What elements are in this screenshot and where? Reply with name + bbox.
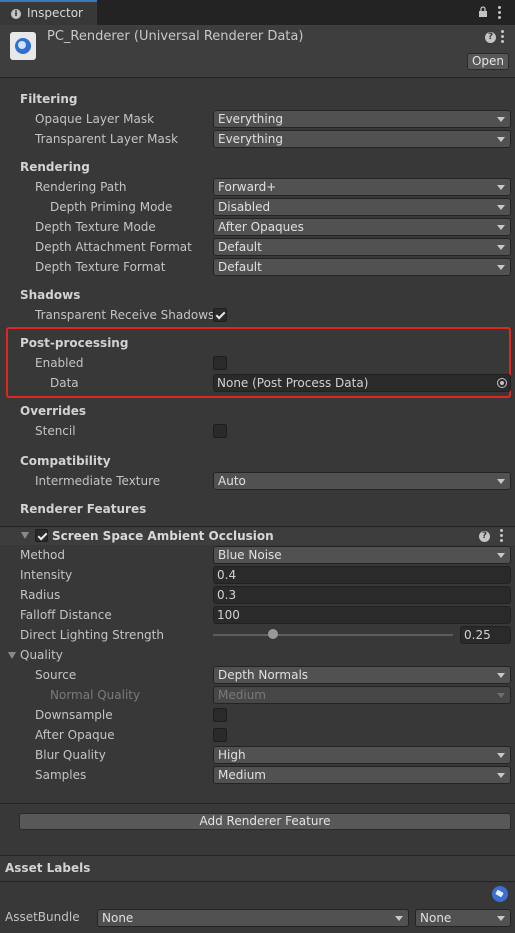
features-end-divider xyxy=(0,803,515,804)
depth-texture-format-label: Depth Texture Format xyxy=(35,260,166,274)
shadows-header: Shadows xyxy=(20,288,81,302)
opaque-layer-mask-dropdown[interactable]: Everything xyxy=(213,110,511,128)
chevron-down-icon xyxy=(497,225,505,230)
falloff-distance-field[interactable]: 100 xyxy=(213,606,511,624)
normal-quality-dropdown: Medium xyxy=(213,686,511,704)
renderer-features-header: Renderer Features xyxy=(20,502,147,516)
chevron-down-icon xyxy=(497,693,505,698)
chevron-down-icon xyxy=(497,137,505,142)
method-dropdown[interactable]: Blue Noise xyxy=(213,546,511,564)
radius-label: Radius xyxy=(20,588,61,602)
quality-foldout-arrow-icon[interactable] xyxy=(8,652,16,659)
assetbundle-variant-dropdown[interactable]: None xyxy=(415,909,511,927)
opaque-layer-mask-label: Opaque Layer Mask xyxy=(35,112,155,126)
overrides-header: Overrides xyxy=(20,404,86,418)
asset-labels-bottom-divider xyxy=(0,881,515,882)
help-icon[interactable]: ? xyxy=(485,32,496,43)
intermediate-texture-label: Intermediate Texture xyxy=(35,474,161,488)
transparent-receive-shadows-checkbox[interactable] xyxy=(213,308,227,322)
asset-title: PC_Renderer (Universal Renderer Data) xyxy=(47,29,304,44)
ssao-enabled-checkbox[interactable] xyxy=(35,529,48,542)
assetbundle-dropdown[interactable]: None xyxy=(97,909,409,927)
chevron-down-icon xyxy=(497,479,505,484)
stencil-label: Stencil xyxy=(35,424,76,438)
quality-label[interactable]: Quality xyxy=(20,645,63,665)
rendering-path-label: Rendering Path xyxy=(35,180,127,194)
method-label: Method xyxy=(20,548,66,562)
downsample-checkbox[interactable] xyxy=(213,708,227,722)
filtering-header: Filtering xyxy=(20,92,78,106)
normal-quality-label: Normal Quality xyxy=(50,688,141,702)
asset-kebab-menu-icon[interactable] xyxy=(501,30,504,45)
chevron-down-icon xyxy=(497,205,505,210)
after-opaque-label: After Opaque xyxy=(35,728,115,742)
object-picker-icon[interactable] xyxy=(497,378,507,388)
direct-lighting-strength-field[interactable]: 0.25 xyxy=(460,626,511,644)
depth-attachment-format-label: Depth Attachment Format xyxy=(35,240,192,254)
tab-kebab-menu-icon[interactable] xyxy=(498,6,501,21)
intermediate-texture-dropdown[interactable]: Auto xyxy=(213,472,511,490)
depth-texture-mode-label: Depth Texture Mode xyxy=(35,220,156,234)
falloff-distance-label: Falloff Distance xyxy=(20,608,112,622)
chevron-down-icon xyxy=(497,773,505,778)
intensity-label: Intensity xyxy=(20,568,73,582)
chevron-down-icon xyxy=(497,117,505,122)
samples-label: Samples xyxy=(35,768,87,782)
chevron-down-icon xyxy=(395,916,403,921)
post-processing-enabled-label: Enabled xyxy=(35,356,84,370)
depth-texture-format-dropdown[interactable]: Default xyxy=(213,258,511,276)
chevron-down-icon xyxy=(497,245,505,250)
source-label: Source xyxy=(35,668,77,682)
downsample-label: Downsample xyxy=(35,708,113,722)
blur-quality-label: Blur Quality xyxy=(35,748,106,762)
direct-lighting-strength-label: Direct Lighting Strength xyxy=(20,628,164,642)
ssao-help-icon[interactable]: ? xyxy=(479,531,490,542)
chevron-down-icon xyxy=(497,753,505,758)
post-processing-enabled-checkbox[interactable] xyxy=(213,356,227,370)
asset-file-icon xyxy=(10,32,36,60)
foldout-arrow-icon[interactable] xyxy=(21,532,29,539)
rendering-path-dropdown[interactable]: Forward+ xyxy=(213,178,511,196)
blur-quality-dropdown[interactable]: High xyxy=(213,746,511,764)
tag-icon[interactable] xyxy=(492,886,508,902)
assetbundle-label: AssetBundle xyxy=(5,910,80,924)
compatibility-header: Compatibility xyxy=(20,454,111,468)
transparent-layer-mask-label: Transparent Layer Mask xyxy=(35,132,179,146)
tab-title: Inspector xyxy=(27,6,83,20)
after-opaque-checkbox[interactable] xyxy=(213,728,227,742)
radius-field[interactable]: 0.3 xyxy=(213,586,511,604)
direct-lighting-slider-thumb[interactable] xyxy=(268,629,278,639)
ssao-kebab-menu-icon[interactable] xyxy=(500,529,503,544)
post-process-data-object-field[interactable]: None (Post Process Data) xyxy=(213,374,511,392)
depth-priming-mode-dropdown[interactable]: Disabled xyxy=(213,198,511,216)
chevron-down-icon xyxy=(497,916,505,921)
inspector-tab[interactable]: i Inspector xyxy=(0,0,97,25)
rendering-header: Rendering xyxy=(20,160,90,174)
post-processing-header: Post-processing xyxy=(20,336,129,350)
depth-texture-mode-dropdown[interactable]: After Opaques xyxy=(213,218,511,236)
info-icon: i xyxy=(11,9,21,19)
chevron-down-icon xyxy=(497,185,505,190)
source-dropdown[interactable]: Depth Normals xyxy=(213,666,511,684)
header-divider xyxy=(0,77,515,78)
lock-icon[interactable] xyxy=(478,6,488,18)
direct-lighting-slider-track[interactable] xyxy=(213,634,453,636)
chevron-down-icon xyxy=(497,553,505,558)
depth-priming-mode-label: Depth Priming Mode xyxy=(50,200,173,214)
depth-attachment-format-dropdown[interactable]: Default xyxy=(213,238,511,256)
chevron-down-icon xyxy=(497,265,505,270)
samples-dropdown[interactable]: Medium xyxy=(213,766,511,784)
add-renderer-feature-button[interactable]: Add Renderer Feature xyxy=(19,813,511,830)
transparent-receive-shadows-label: Transparent Receive Shadows xyxy=(35,308,215,322)
asset-labels-header: Asset Labels xyxy=(5,861,91,875)
transparent-layer-mask-dropdown[interactable]: Everything xyxy=(213,130,511,148)
stencil-checkbox[interactable] xyxy=(213,424,227,438)
intensity-field[interactable]: 0.4 xyxy=(213,566,511,584)
open-button[interactable]: Open xyxy=(467,53,509,70)
chevron-down-icon xyxy=(497,673,505,678)
ssao-title[interactable]: Screen Space Ambient Occlusion xyxy=(52,527,274,545)
post-processing-data-label: Data xyxy=(50,376,79,390)
